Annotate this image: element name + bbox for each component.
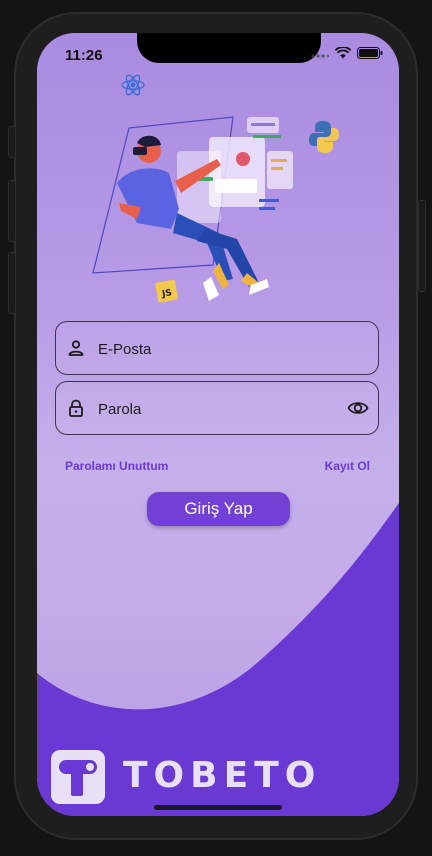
lock-icon (69, 399, 83, 417)
eye-icon[interactable] (347, 398, 369, 418)
hero-illustration: JS (92, 74, 339, 303)
power-button (418, 200, 426, 292)
email-input[interactable] (96, 322, 330, 376)
mute-switch (8, 126, 16, 158)
login-screen: 11:26 JS E-Posta Parolamı Unuttum Kayıt … (37, 33, 399, 816)
volume-down-button (8, 252, 16, 314)
status-icons (311, 47, 383, 59)
password-field[interactable] (55, 381, 379, 436)
forgot-password-link[interactable]: Parolamı Unuttum (65, 459, 168, 473)
battery-icon (357, 47, 383, 59)
cellular-signal-icon (311, 54, 329, 58)
status-bar: 11:26 (37, 33, 399, 77)
js-badge-text: JS (160, 288, 172, 300)
python-icon (309, 121, 339, 153)
wifi-icon (335, 47, 351, 59)
tobeto-logo-icon (51, 750, 105, 804)
brand-name: TOBETO (123, 755, 322, 796)
person-icon (68, 340, 84, 356)
login-button[interactable]: Giriş Yap (147, 492, 290, 526)
password-input[interactable] (96, 382, 330, 436)
volume-up-button (8, 180, 16, 242)
email-field[interactable] (55, 321, 379, 376)
javascript-icon: JS (155, 279, 178, 303)
register-link[interactable]: Kayıt Ol (325, 459, 370, 473)
status-time: 11:26 (65, 47, 103, 64)
home-indicator[interactable] (154, 805, 282, 810)
